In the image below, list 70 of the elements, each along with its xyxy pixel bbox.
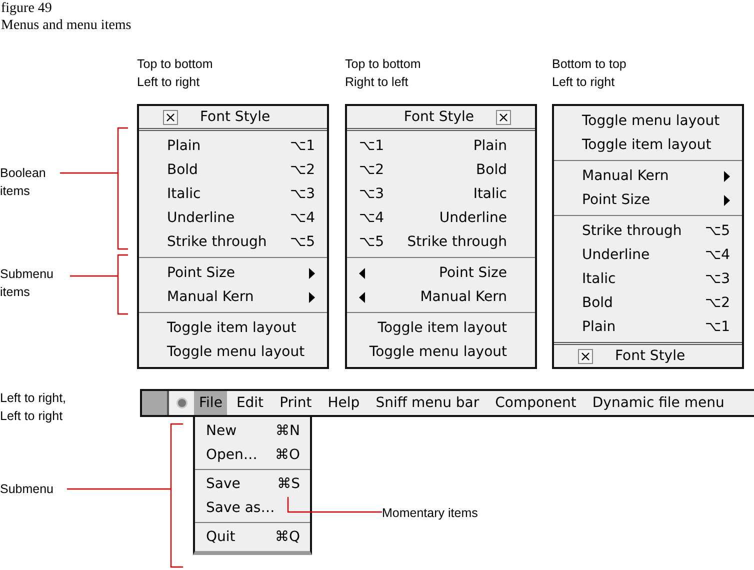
menu-item[interactable]: Bold ⌥2 [554, 291, 742, 315]
layout-caption: Left to right [552, 74, 616, 91]
submenu-arrow-icon [309, 292, 315, 302]
annotation-label: Submenu [0, 481, 54, 498]
layout-caption: Left to right, [0, 390, 66, 407]
menu-item[interactable]: Quit ⌘Q [195, 525, 310, 549]
menu-title: Font Style [615, 348, 686, 364]
submenu-arrow-icon [724, 194, 730, 206]
circle-icon[interactable] [176, 397, 188, 409]
menu-item[interactable]: Point Size [347, 261, 535, 285]
menu-item[interactable]: Italic ⌥3 [554, 267, 742, 291]
menu-item[interactable]: Manual Kern [139, 285, 327, 309]
menu-item[interactable]: Bold ⌥2 [139, 158, 327, 182]
layout-caption: Bottom to top [552, 56, 626, 73]
menu-item[interactable]: Underline ⌥4 [139, 206, 327, 230]
menu-item[interactable]: Italic ⌥3 [139, 182, 327, 206]
menu-item[interactable]: Toggle item layout [554, 133, 742, 157]
menu-item[interactable]: Open… ⌘O [195, 443, 310, 467]
menu-bar-handle[interactable] [142, 391, 169, 415]
annotation-label: items [0, 284, 31, 301]
menu-bar-item[interactable]: Sniff menu bar [368, 391, 486, 415]
close-icon[interactable] [163, 110, 178, 124]
menu-item[interactable]: Toggle item layout [139, 316, 327, 340]
layout-caption: Right to left [345, 74, 410, 91]
menu-bar-item[interactable]: Edit [229, 391, 271, 415]
menu-bar-item[interactable]: Dynamic file menu [585, 391, 732, 415]
submenu-arrow-icon [724, 170, 730, 182]
menu-bar-item[interactable]: Help [320, 391, 367, 415]
menu-item[interactable]: Save as… [195, 496, 310, 520]
submenu-arrow-icon [359, 292, 365, 302]
menu-item[interactable]: ⌥4 Underline [347, 206, 535, 230]
menu-item[interactable]: Manual Kern [554, 164, 742, 188]
layout-caption: Left to right [0, 408, 64, 425]
menu-title: Font Style [404, 109, 474, 125]
figure-caption: Menus and menu items [1, 17, 132, 34]
menu-item[interactable]: Toggle menu layout [347, 340, 535, 364]
annotation-label: Momentary items [382, 505, 478, 522]
menu-item[interactable]: Toggle item layout [347, 316, 535, 340]
menu-item[interactable]: ⌥5 Strike through [347, 230, 535, 254]
menu-item[interactable]: ⌥2 Bold [347, 158, 535, 182]
annotation-label: Submenu [0, 266, 54, 283]
layout-caption: Top to bottom [137, 56, 213, 73]
layout-caption: Left to right [137, 74, 201, 91]
menu-item[interactable]: ⌥3 Italic [347, 182, 535, 206]
menu-item[interactable]: Toggle menu layout [554, 109, 742, 133]
menu-item[interactable]: Save ⌘S [195, 472, 310, 496]
menu-bar-item[interactable]: Component [488, 391, 584, 415]
submenu-arrow-icon [309, 268, 315, 278]
annotation-label: items [0, 183, 31, 200]
layout-caption: Top to bottom [345, 56, 421, 73]
menu-item[interactable]: Strike through ⌥5 [139, 230, 327, 254]
menu-item[interactable]: New ⌘N [195, 419, 310, 443]
close-icon[interactable] [578, 348, 593, 364]
submenu-arrow-icon [359, 268, 365, 278]
menu-item[interactable]: ⌥1 Plain [347, 134, 535, 158]
menu-title: Font Style [200, 109, 270, 125]
leader-line [69, 254, 129, 315]
menu-item[interactable]: Toggle menu layout [139, 340, 327, 364]
figure-number: figure 49 [1, 0, 52, 17]
menu-item[interactable]: Plain ⌥1 [554, 315, 742, 339]
menu-item[interactable]: Point Size [554, 188, 742, 212]
menu-item[interactable]: Point Size [139, 261, 327, 285]
menu-item[interactable]: Plain ⌥1 [139, 134, 327, 158]
menu-bar-item[interactable]: File [194, 391, 228, 415]
menu-item[interactable]: Strike through ⌥5 [554, 219, 742, 243]
annotation-label: Boolean [0, 165, 46, 182]
menu-item[interactable]: Manual Kern [347, 285, 535, 309]
close-icon[interactable] [496, 110, 511, 124]
menu-bar-item[interactable]: Print [272, 391, 319, 415]
menu-item[interactable]: Underline ⌥4 [554, 243, 742, 267]
